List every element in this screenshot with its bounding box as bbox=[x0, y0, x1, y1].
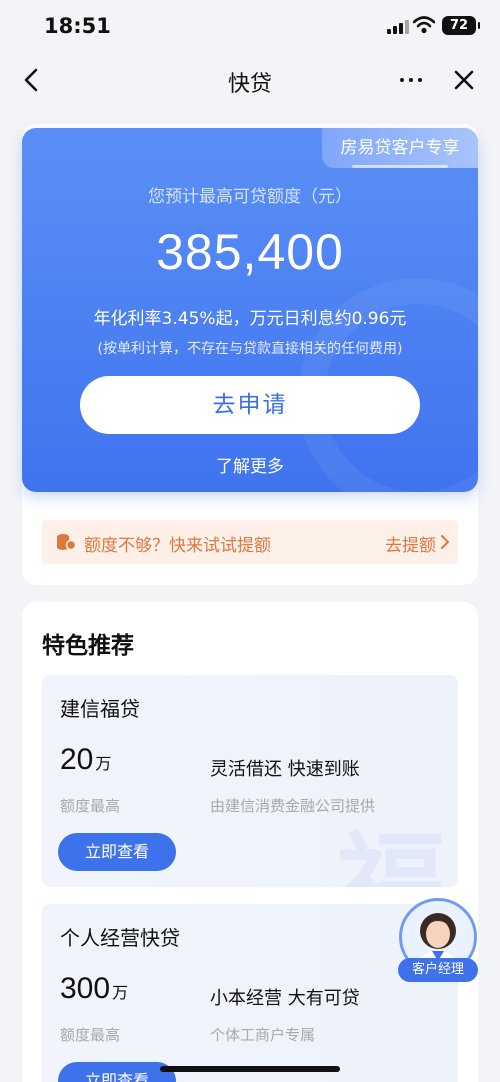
page-title: 快贷 bbox=[227, 72, 272, 97]
product-amount-value: 300 bbox=[60, 972, 111, 1005]
product-card[interactable]: 个人经营快贷 300 万 额度最高 小本经营 大有可贷 个体工商户专属 立即查看 bbox=[42, 904, 458, 1082]
battery-icon: 72 bbox=[442, 16, 480, 35]
quota-hero: 房易贷客户专享 您预计最高可贷额度（元） 385,400 年化利率3.45%起，… bbox=[22, 128, 478, 492]
product-amount: 20 万 bbox=[60, 743, 111, 777]
view-now-button[interactable]: 立即查看 bbox=[58, 833, 176, 871]
product-name: 个人经营快贷 bbox=[60, 926, 180, 950]
interest-rate-text: 年化利率3.45%起，万元日利息约0.96元 bbox=[93, 309, 407, 329]
view-now-button[interactable]: 立即查看 bbox=[58, 1062, 176, 1082]
product-amount: 300 万 bbox=[60, 972, 128, 1006]
status-time: 18:51 bbox=[44, 14, 111, 38]
quota-amount: 385,400 bbox=[156, 224, 344, 280]
customer-manager-widget[interactable]: 客户经理 bbox=[398, 898, 478, 986]
interest-rate-note: (按单利计算，不存在与贷款直接相关的任何费用) bbox=[97, 341, 403, 357]
apply-button[interactable]: 去申请 bbox=[80, 376, 420, 434]
increase-quota-text: 额度不够？快来试试提额 bbox=[84, 536, 271, 556]
home-indicator bbox=[160, 1066, 340, 1072]
close-icon[interactable] bbox=[452, 68, 476, 92]
wifi-icon bbox=[413, 16, 435, 34]
increase-quota-link[interactable]: 去提额 bbox=[385, 531, 436, 556]
more-icon[interactable] bbox=[398, 68, 424, 92]
learn-more-link[interactable]: 了解更多 bbox=[22, 452, 478, 477]
product-amount-label: 额度最高 bbox=[60, 1026, 121, 1044]
status-bar: 18:51 72 bbox=[0, 0, 500, 54]
quota-label: 您预计最高可贷额度（元） bbox=[148, 187, 352, 207]
product-amount-value: 20 bbox=[60, 743, 94, 776]
product-slogan: 灵活借还 快速到账 bbox=[210, 759, 360, 780]
product-amount-unit: 万 bbox=[112, 985, 129, 1002]
product-provider: 由建信消费金融公司提供 bbox=[210, 797, 376, 815]
chevron-right-icon bbox=[441, 535, 449, 549]
product-amount-unit: 万 bbox=[95, 756, 112, 773]
manager-label: 客户经理 bbox=[398, 958, 478, 982]
increase-quota-banner[interactable]: 额度不够？快来试试提额 去提额 bbox=[42, 520, 458, 564]
section-title: 特色推荐 bbox=[42, 633, 134, 659]
product-provider: 个体工商户专属 bbox=[210, 1026, 316, 1044]
product-amount-label: 额度最高 bbox=[60, 797, 121, 815]
product-name: 建信福贷 bbox=[60, 697, 140, 721]
coin-icon bbox=[57, 534, 76, 551]
exclusive-badge: 房易贷客户专享 bbox=[322, 128, 478, 168]
signal-icon bbox=[387, 20, 409, 34]
product-slogan: 小本经营 大有可贷 bbox=[210, 988, 360, 1009]
nav-bar: 快贷 bbox=[0, 54, 500, 106]
product-card[interactable]: 福 建信福贷 20 万 额度最高 灵活借还 快速到账 由建信消费金融公司提供 立即… bbox=[42, 675, 458, 887]
